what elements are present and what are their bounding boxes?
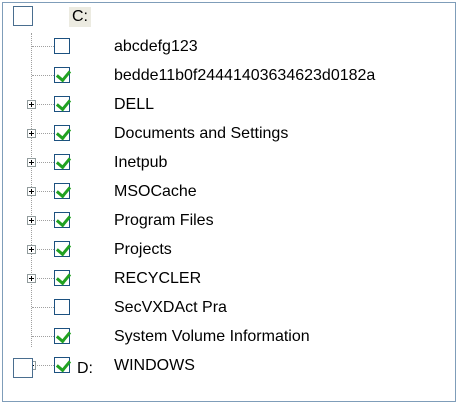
tree-node[interactable]: MSOCache (3, 178, 455, 206)
tree-node-c-drive[interactable]: C: (3, 3, 455, 31)
expand-plus-icon[interactable] (27, 100, 36, 109)
folder-label[interactable]: Documents and Settings (114, 124, 288, 144)
folder-label[interactable]: RECYCLER (114, 269, 201, 289)
folder-label[interactable]: Program Files (114, 211, 214, 231)
tree-connector-line (32, 336, 54, 337)
folder-label[interactable]: MSOCache (114, 182, 197, 202)
folder-label[interactable]: bedde11b0f24441403634623d0182a (114, 66, 375, 86)
tree-node[interactable]: RECYCLER (3, 265, 455, 293)
folder-label[interactable]: Inetpub (114, 153, 167, 173)
tree-node-d-drive[interactable]: D: (3, 355, 455, 383)
folder-checkbox[interactable] (54, 95, 72, 112)
folder-label[interactable]: abcdefg123 (114, 37, 198, 57)
c-drive-label[interactable]: C: (69, 7, 91, 27)
tree-node[interactable]: bedde11b0f24441403634623d0182a (3, 62, 455, 90)
tree-node[interactable]: System Volume Information (3, 323, 455, 351)
d-drive-checkbox[interactable] (13, 358, 33, 378)
checkmark-icon (55, 182, 72, 199)
tree-node[interactable]: DELL (3, 91, 455, 119)
tree-node[interactable]: Documents and Settings (3, 120, 455, 148)
tree-node[interactable]: SecVXDAct Pra (3, 294, 455, 322)
folder-checkbox[interactable] (54, 327, 72, 344)
expand-plus-icon[interactable] (27, 274, 36, 283)
d-drive-label[interactable]: D: (77, 359, 93, 379)
expand-plus-icon[interactable] (27, 187, 36, 196)
folder-checkbox[interactable] (54, 269, 72, 286)
folder-label[interactable]: SecVXDAct Pra (114, 298, 227, 318)
folder-checkbox[interactable] (54, 153, 72, 170)
folder-tree: C: abcdefg123 bedde11b0f24441403634623d01… (2, 2, 456, 402)
folder-checkbox[interactable] (54, 124, 72, 141)
tree-connector-line (32, 46, 54, 47)
checkmark-icon (55, 211, 72, 228)
tree-node[interactable]: Projects (3, 236, 455, 264)
expand-plus-icon[interactable] (27, 245, 36, 254)
expand-plus-icon[interactable] (27, 216, 36, 225)
tree-connector-line (32, 307, 54, 308)
folder-checkbox[interactable] (54, 299, 70, 315)
folder-label[interactable]: Projects (114, 240, 172, 260)
checkmark-icon (55, 95, 72, 112)
checkmark-icon (55, 240, 72, 257)
folder-checkbox[interactable] (54, 66, 72, 83)
tree-node[interactable]: Inetpub (3, 149, 455, 177)
c-drive-checkbox[interactable] (13, 6, 33, 26)
checkmark-icon (55, 124, 72, 141)
checkmark-icon (55, 66, 72, 83)
checkmark-icon (55, 327, 72, 344)
folder-label[interactable]: DELL (114, 95, 154, 115)
folder-checkbox[interactable] (54, 38, 70, 54)
tree-node[interactable]: Program Files (3, 207, 455, 235)
folder-label[interactable]: System Volume Information (114, 327, 310, 347)
expand-plus-icon[interactable] (27, 129, 36, 138)
folder-checkbox[interactable] (54, 182, 72, 199)
folder-checkbox[interactable] (54, 211, 72, 228)
checkmark-icon (55, 153, 72, 170)
checkmark-icon (55, 269, 72, 286)
expand-plus-icon[interactable] (27, 158, 36, 167)
tree-node[interactable]: abcdefg123 (3, 33, 455, 61)
folder-checkbox[interactable] (54, 240, 72, 257)
tree-connector-line (32, 75, 54, 76)
